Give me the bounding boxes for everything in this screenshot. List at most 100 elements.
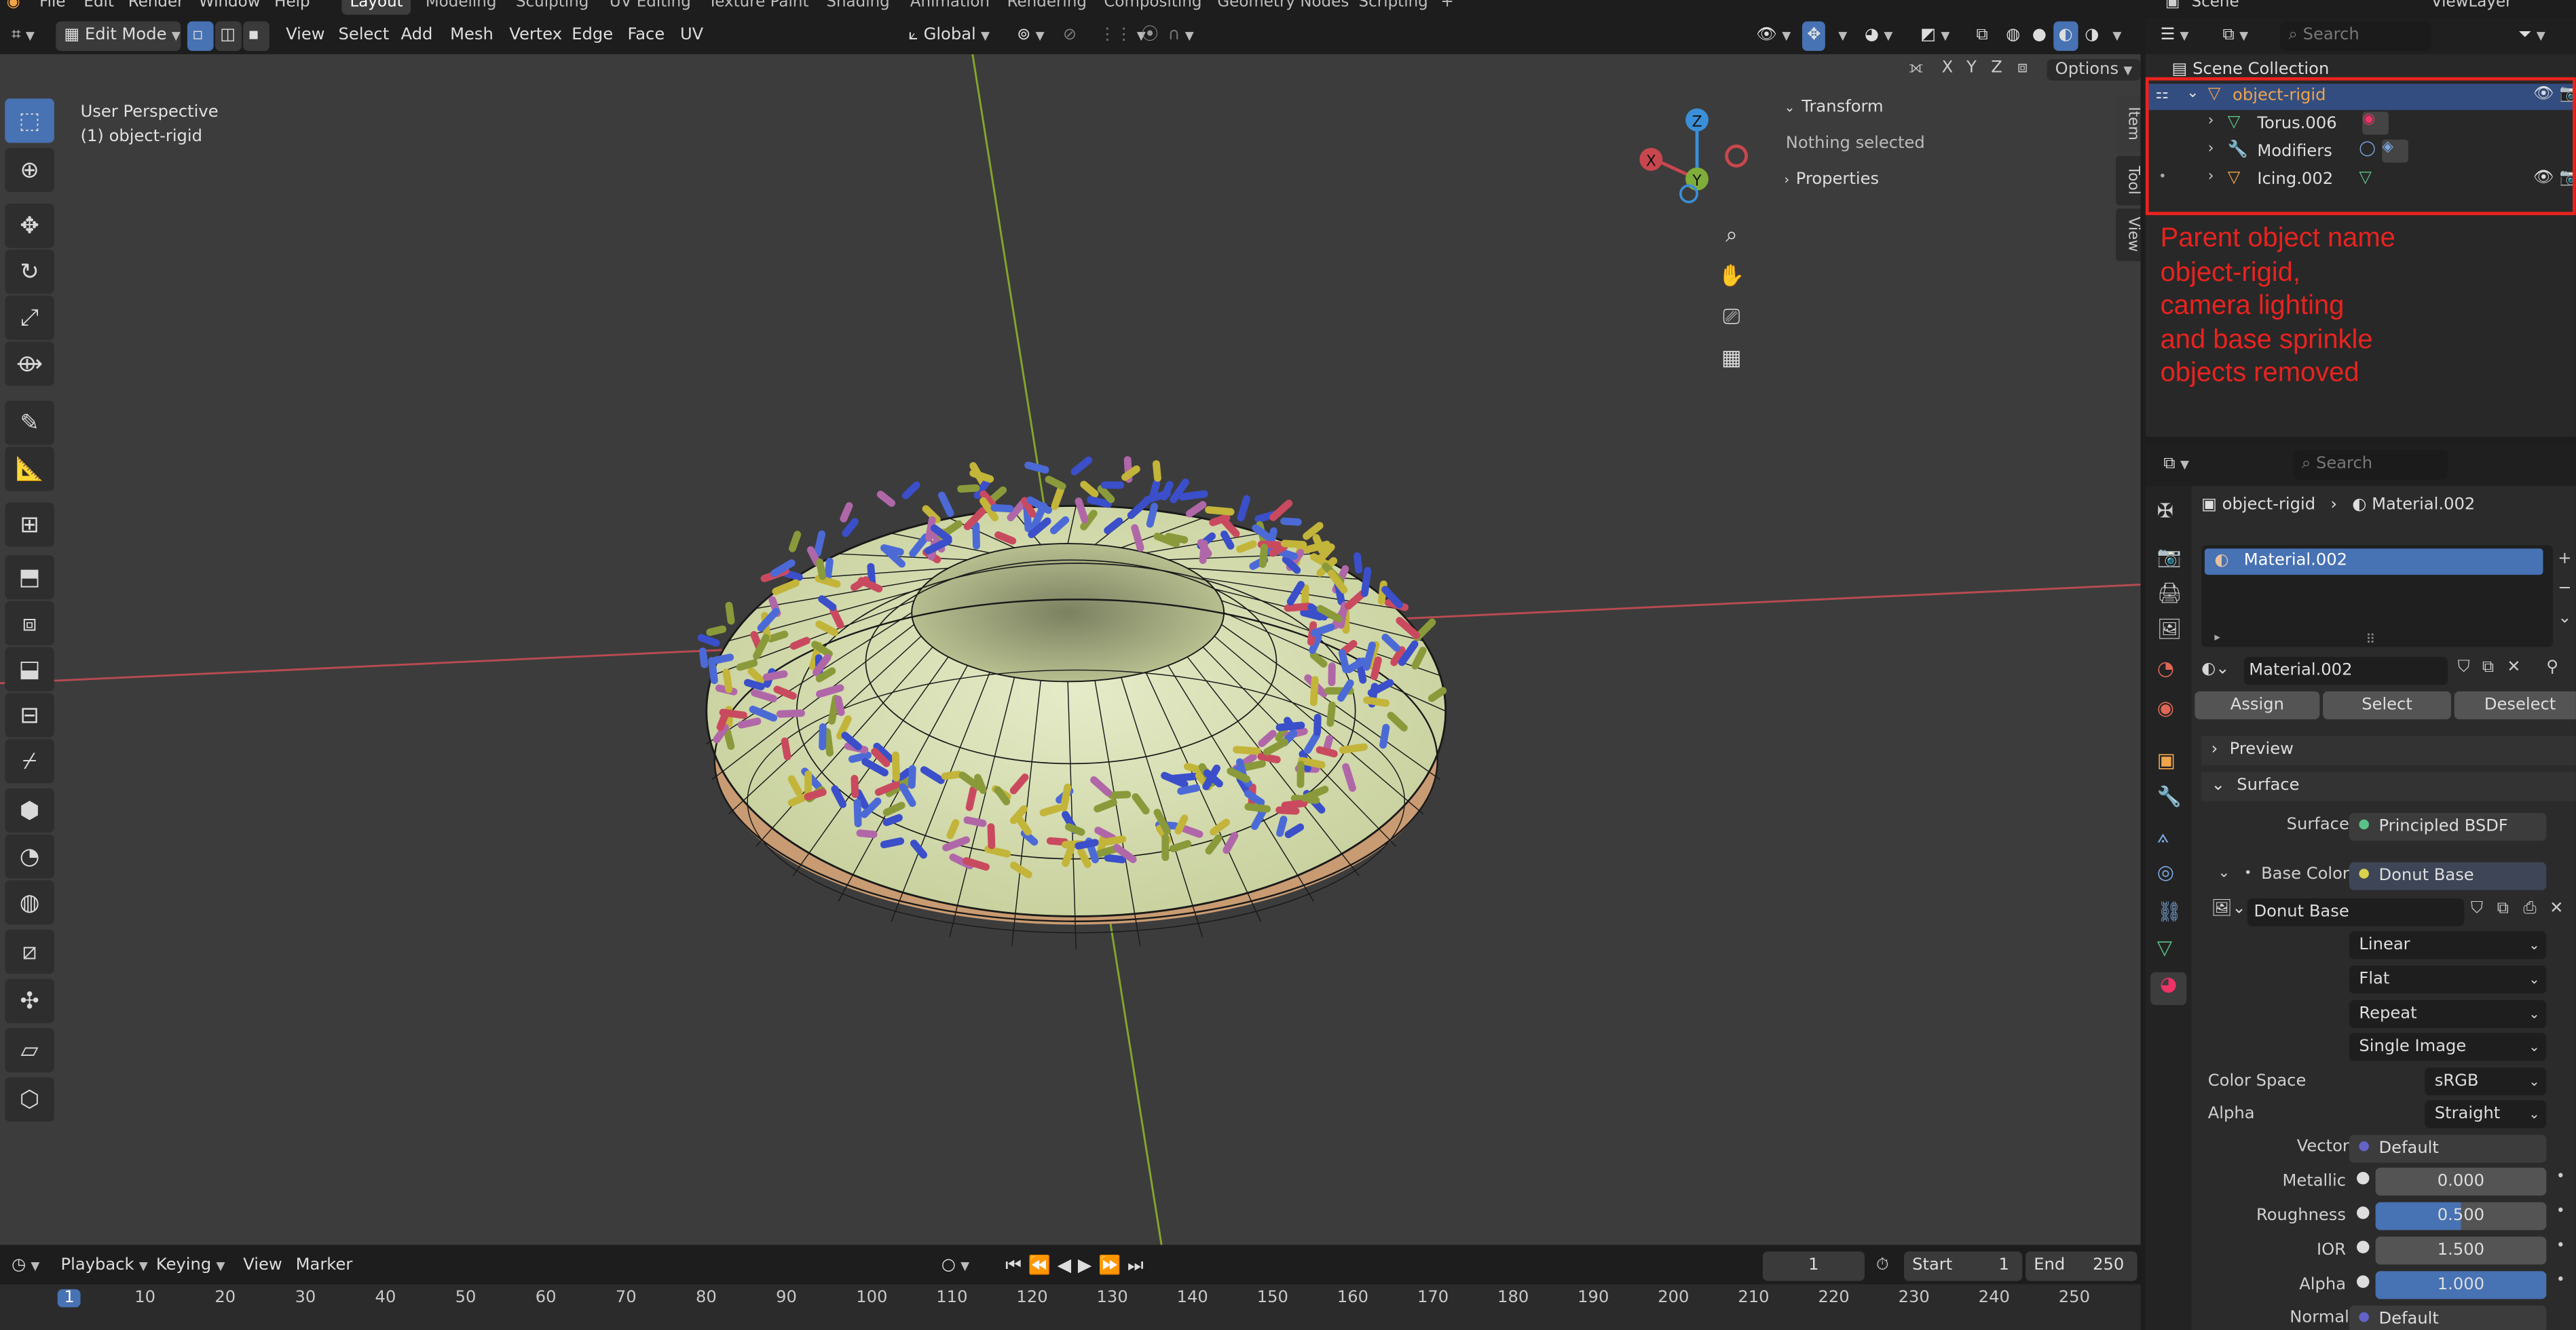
slot-menu-icon[interactable]: ⌄ bbox=[2558, 605, 2576, 634]
menu-vertex[interactable]: Vertex bbox=[501, 21, 570, 51]
move-icon[interactable]: ✥ bbox=[5, 204, 54, 248]
node-tree-icon[interactable]: ⚲ bbox=[2546, 659, 2558, 677]
select-button[interactable]: Select bbox=[2323, 691, 2451, 720]
extrude-icon[interactable]: ⬒ bbox=[5, 555, 54, 600]
start-frame-field[interactable]: Start 1 bbox=[1904, 1251, 2023, 1281]
play-reverse-icon[interactable]: ◀ bbox=[1058, 1255, 1078, 1276]
assign-button[interactable]: Assign bbox=[2195, 691, 2320, 720]
output-icon[interactable]: 🖨 bbox=[2157, 582, 2182, 605]
metallic-socket-icon[interactable]: ● bbox=[2356, 1169, 2370, 1188]
image-browse-icon[interactable]: 🖼⌄ bbox=[2211, 900, 2246, 918]
ortho-grid-icon[interactable]: ▦ bbox=[1715, 339, 1748, 380]
shrink-fatten-icon[interactable]: ✣ bbox=[5, 978, 54, 1023]
menu-timeline-view[interactable]: View bbox=[235, 1251, 291, 1281]
unlink-icon[interactable]: ✕ bbox=[2550, 900, 2563, 918]
tab-modeling[interactable]: Modeling bbox=[417, 0, 505, 15]
metallic-field[interactable]: 0.000 bbox=[2375, 1167, 2547, 1196]
display-mode-icon[interactable]: ⧉ ▼ bbox=[2214, 21, 2256, 51]
new-image-icon[interactable]: ⧉ bbox=[2497, 900, 2509, 918]
render-icon[interactable]: 📷 bbox=[2157, 546, 2182, 569]
transform-panel-header[interactable]: ⌄ Transform bbox=[1784, 98, 1883, 117]
menu-marker[interactable]: Marker bbox=[288, 1251, 361, 1281]
loop-cut-icon[interactable]: ⊟ bbox=[5, 693, 54, 738]
base-color-expand-icon[interactable]: ⌄ bbox=[2218, 865, 2230, 881]
menu-view[interactable]: View bbox=[278, 21, 333, 51]
stopwatch-icon[interactable]: ⏱ bbox=[1868, 1251, 1897, 1281]
roughness-socket-icon[interactable]: ● bbox=[2356, 1204, 2370, 1222]
poly-build-icon[interactable]: ⬢ bbox=[5, 788, 54, 833]
object-props-icon[interactable]: ▣ bbox=[2157, 749, 2176, 772]
edge-select-icon[interactable]: ◫ bbox=[215, 21, 242, 52]
axis-z[interactable]: Z bbox=[1991, 59, 2002, 77]
mirror-icon[interactable]: ⟗ bbox=[1909, 59, 1923, 77]
tab-rendering[interactable]: Rendering bbox=[998, 0, 1095, 15]
options-dropdown[interactable]: Options ▼ bbox=[2047, 59, 2141, 81]
bevel-icon[interactable]: ⬓ bbox=[5, 647, 54, 691]
filter-icon[interactable]: ⏷ ▼ bbox=[2510, 21, 2554, 51]
properties-panel-header[interactable]: › Properties bbox=[1784, 171, 1879, 189]
resize-handle-icon[interactable]: ⠿ bbox=[2366, 632, 2375, 647]
modifiers-icon[interactable]: 🔧 bbox=[2157, 785, 2182, 808]
current-frame-field[interactable]: 1 bbox=[1762, 1251, 1865, 1281]
base-color-field[interactable]: Donut Base bbox=[2349, 862, 2547, 890]
blender-logo-icon[interactable]: ◉ bbox=[7, 0, 20, 12]
menu-render[interactable]: Render bbox=[128, 0, 184, 12]
breadcrumb-material[interactable]: Material.002 bbox=[2372, 496, 2475, 514]
scene-collection[interactable]: ▤ Scene Collection bbox=[2172, 61, 2330, 79]
prev-key-icon[interactable]: ⏪ bbox=[1028, 1255, 1058, 1276]
menu-face[interactable]: Face bbox=[619, 21, 673, 51]
source-dropdown[interactable]: Single Image ⌄ bbox=[2349, 1033, 2547, 1061]
ior-field[interactable]: 1.500 bbox=[2375, 1236, 2547, 1265]
add-slot-icon[interactable]: + bbox=[2558, 546, 2576, 575]
add-cube-icon[interactable]: ⊞ bbox=[5, 502, 54, 547]
zoom-icon[interactable]: ⌕ bbox=[1715, 215, 1748, 256]
data-icon[interactable]: ▽ bbox=[2157, 936, 2172, 960]
material-browse-icon[interactable]: ◐⌄ bbox=[2201, 660, 2229, 679]
tab-item[interactable]: Item bbox=[2116, 95, 2141, 153]
material-props-icon[interactable]: ◕ bbox=[2150, 972, 2187, 1006]
tab-shading[interactable]: Shading bbox=[818, 0, 898, 15]
particles-icon[interactable]: ⟑ bbox=[2157, 824, 2169, 849]
preview-panel-header[interactable]: › Preview bbox=[2201, 736, 2576, 765]
surface-panel-header[interactable]: ⌄ Surface bbox=[2201, 772, 2576, 802]
visibility-icon[interactable]: 👁 ▼ bbox=[1748, 21, 1799, 51]
tab-scripting[interactable]: Scripting bbox=[1350, 0, 1436, 15]
jump-end-icon[interactable]: ⏭ bbox=[1127, 1255, 1151, 1276]
add-workspace-icon[interactable]: + bbox=[1432, 0, 1461, 15]
remove-slot-icon[interactable]: − bbox=[2558, 575, 2576, 605]
material-slot-item[interactable]: ◐ Material.002 bbox=[2204, 548, 2543, 575]
xray-icon[interactable]: ⧉ bbox=[1968, 21, 1996, 51]
tab-tool[interactable]: Tool bbox=[2116, 155, 2141, 206]
scale-icon[interactable]: ⤢ bbox=[5, 295, 54, 340]
scene-name[interactable]: Scene bbox=[2192, 0, 2239, 12]
unlink-icon[interactable]: ✕ bbox=[2507, 659, 2520, 677]
image-name-field[interactable]: Donut Base bbox=[2247, 898, 2465, 926]
alpha-mode-dropdown[interactable]: Straight ⌄ bbox=[2425, 1100, 2547, 1128]
alpha-socket-icon[interactable]: ● bbox=[2356, 1273, 2370, 1291]
camera-view-icon[interactable]: ⎚ bbox=[1715, 297, 1748, 339]
transform-orientation[interactable]: ⟀ Global ▼ bbox=[900, 21, 998, 51]
open-image-icon[interactable]: ⎙ bbox=[2523, 900, 2536, 918]
physics-icon[interactable]: ◎ bbox=[2157, 860, 2174, 884]
tab-compositing[interactable]: Compositing bbox=[1096, 0, 1210, 15]
material-name-field[interactable]: Material.002 bbox=[2243, 657, 2448, 685]
knife-icon[interactable]: ⌿ bbox=[5, 739, 54, 784]
fake-user-icon[interactable]: ⛉ bbox=[2458, 659, 2470, 677]
pivot-point-icon[interactable]: ⊚ ▼ bbox=[1009, 21, 1053, 51]
menu-help[interactable]: Help bbox=[274, 0, 310, 12]
menu-window[interactable]: Window bbox=[199, 0, 261, 12]
interpolation-dropdown[interactable]: Linear ⌄ bbox=[2349, 931, 2547, 960]
deselect-button[interactable]: Deselect bbox=[2454, 691, 2576, 720]
world-icon[interactable]: ◉ bbox=[2157, 696, 2174, 719]
edge-slide-icon[interactable]: ⧄ bbox=[5, 929, 54, 974]
snap-icon[interactable]: ⊘ bbox=[1055, 21, 1085, 51]
view-layer-icon[interactable]: 🖼 bbox=[2157, 618, 2182, 641]
tab-animation[interactable]: Animation bbox=[902, 0, 998, 15]
breadcrumb-object[interactable]: object-rigid bbox=[2222, 496, 2315, 514]
auto-key-icon[interactable]: ○ ▼ bbox=[933, 1251, 978, 1281]
tab-layout[interactable]: Layout bbox=[341, 0, 411, 15]
transform-icon[interactable]: ⟴ bbox=[5, 341, 54, 386]
smooth-icon[interactable]: ◍ bbox=[5, 880, 54, 925]
outliner-search[interactable]: ⌕ Search bbox=[2280, 21, 2431, 52]
vector-field[interactable]: Default bbox=[2349, 1135, 2547, 1163]
